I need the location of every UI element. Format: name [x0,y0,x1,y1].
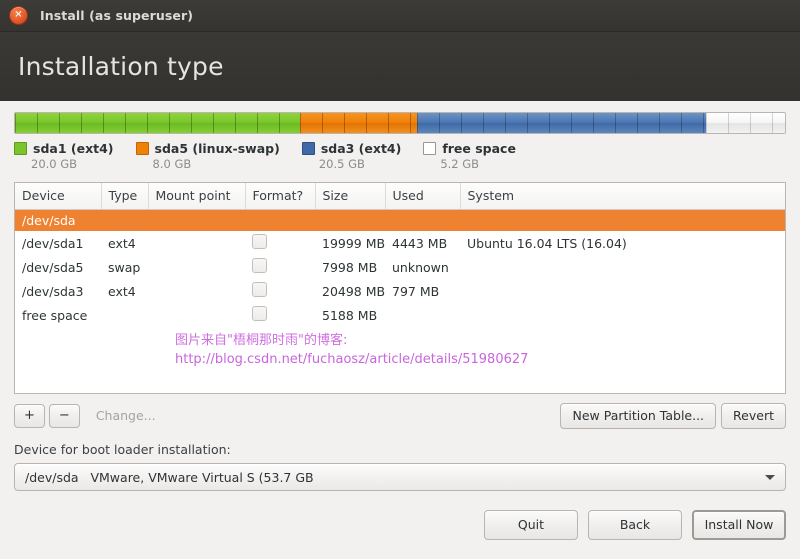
table-row[interactable]: free space 5188 MB [15,303,785,327]
back-button[interactable]: Back [588,510,682,540]
legend-swatch-icon [14,142,27,155]
partition-segment-sda1 [15,113,300,133]
cell-used: 4443 MB [392,235,448,251]
bootloader-label: Device for boot loader installation: [14,442,231,457]
legend-label: sda5 (linux-swap) [154,141,280,156]
legend-item-free-space: free space 5.2 GB [423,141,516,171]
cell-size: 7998 MB [322,259,378,275]
chevron-down-icon [765,474,775,480]
cell-used: unknown [392,259,449,275]
watermark-line-1: 图片来自"梧桐那时雨"的博客: [175,333,348,348]
partition-segment-sda5 [299,113,417,133]
cell-device: /dev/sda1 [22,235,84,251]
legend-size: 20.5 GB [318,157,365,171]
window-titlebar: ✕ Install (as superuser) [0,0,800,32]
watermark-line-2: http://blog.csdn.net/fuchaosz/article/de… [175,352,529,367]
footer-actions: Quit Back Install Now [14,510,786,540]
cell-device: /dev/sda5 [22,259,84,275]
column-header-system[interactable]: System [460,183,785,210]
add-partition-button[interactable]: + [14,404,45,428]
cell-type: swap [108,259,141,275]
format-checkbox[interactable] [252,306,267,321]
legend-label: free space [442,141,516,156]
cell-device: free space [22,307,88,323]
partition-segment-free-space [705,113,785,133]
cell-device: /dev/sda [15,209,785,231]
table-row[interactable]: /dev/sda1 ext4 19999 MB 4443 MB Ubuntu 1… [15,231,785,255]
quit-button[interactable]: Quit [484,510,578,540]
column-header-type[interactable]: Type [101,183,149,210]
cell-mount-point [148,303,245,327]
cell-size: 5188 MB [322,307,378,323]
column-header-mount-point[interactable]: Mount point [148,183,246,210]
legend-label: sda1 (ext4) [33,141,114,156]
cell-system: Ubuntu 16.04 LTS (16.04) [467,235,627,251]
table-header-row: Device Type Mount point Format? Size Use… [15,183,785,210]
cell-system [460,279,785,303]
legend-size: 8.0 GB [152,157,192,171]
partition-bar-container [14,101,786,134]
format-checkbox[interactable] [252,282,267,297]
main-content: sda1 (ext4) 20.0 GB sda5 (linux-swap) 8.… [0,101,800,559]
legend-swatch-icon [301,142,315,155]
legend-item-sda3: sda3 (ext4) 20.5 GB [301,141,402,171]
cell-used [385,303,460,327]
partition-usage-bar [14,112,786,134]
format-checkbox[interactable] [252,234,267,249]
partition-legend: sda1 (ext4) 20.0 GB sda5 (linux-swap) 8.… [14,141,786,171]
cell-mount-point [148,279,245,303]
partition-segment-sda3 [416,113,706,133]
cell-mount-point [148,255,245,279]
partition-table: Device Type Mount point Format? Size Use… [15,183,785,327]
column-header-device[interactable]: Device [15,183,102,210]
cell-format [245,303,315,327]
close-icon[interactable]: ✕ [9,6,28,25]
window-title: Install (as superuser) [40,8,194,23]
revert-button[interactable]: Revert [721,403,786,429]
legend-size: 5.2 GB [440,157,480,171]
cell-type: ext4 [108,235,136,251]
partition-table-frame: Device Type Mount point Format? Size Use… [14,182,786,394]
cell-system [460,303,785,327]
page-header: Installation type [0,32,800,101]
column-header-format[interactable]: Format? [245,183,316,210]
legend-swatch-icon [423,142,437,155]
cell-size: 19999 MB [322,235,385,251]
cell-type [101,303,148,327]
bootloader-device-select[interactable]: /dev/sda VMware, VMware Virtual S (53.7 … [14,463,786,491]
cell-used: 797 MB [392,283,440,299]
install-now-button[interactable]: Install Now [692,510,786,540]
new-partition-table-button[interactable]: New Partition Table... [560,403,717,429]
change-partition-button[interactable]: Change... [84,403,168,429]
cell-size: 20498 MB [322,283,385,299]
legend-item-sda5: sda5 (linux-swap) 8.0 GB [135,141,280,171]
cell-format [245,279,315,303]
watermark-text: 图片来自"梧桐那时雨"的博客: http://blog.csdn.net/fuc… [175,331,528,369]
column-header-used[interactable]: Used [385,183,461,210]
table-row[interactable]: /dev/sda [15,209,785,231]
format-checkbox[interactable] [252,258,267,273]
partition-toolbar: + − Change... New Partition Table... Rev… [14,403,786,429]
legend-item-sda1: sda1 (ext4) 20.0 GB [14,141,114,171]
cell-system [460,255,785,279]
page-title: Installation type [18,52,224,81]
cell-mount-point [148,231,245,255]
column-header-size[interactable]: Size [315,183,386,210]
cell-type: ext4 [108,283,136,299]
remove-partition-button[interactable]: − [48,404,80,428]
bootloader-selected-value: /dev/sda VMware, VMware Virtual S (53.7 … [25,469,314,485]
table-row[interactable]: /dev/sda3 ext4 20498 MB 797 MB [15,279,785,303]
legend-swatch-icon [135,142,149,155]
cell-device: /dev/sda3 [22,283,84,299]
legend-size: 20.0 GB [31,157,78,171]
legend-label: sda3 (ext4) [320,141,402,156]
table-row[interactable]: /dev/sda5 swap 7998 MB unknown [15,255,785,279]
cell-format [245,231,315,255]
cell-format [245,255,315,279]
